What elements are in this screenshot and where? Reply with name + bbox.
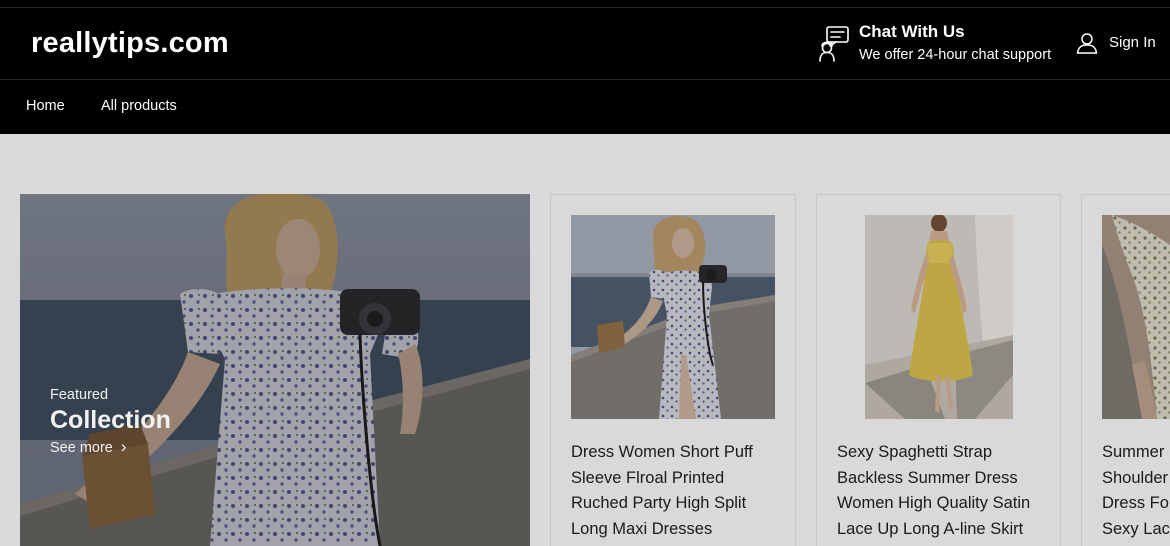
sign-in-label: Sign In [1109,34,1156,51]
hero-photo [20,194,530,546]
chat-title: Chat With Us [859,22,965,41]
product-image[interactable] [1102,215,1170,419]
see-more-link[interactable]: See more › [50,437,127,456]
user-icon [1076,33,1098,54]
hero-heading: Collection [50,406,171,434]
product-title[interactable]: Dress Women Short Puff Sleeve Flroal Pri… [571,440,776,542]
featured-collection-banner[interactable]: Featured Collection See more › [20,194,530,546]
chat-with-us[interactable]: Chat With Us We offer 24-hour chat suppo… [818,22,1063,66]
hero-kicker: Featured [50,387,109,403]
site-header: reallytips.com Chat With Us We offer 24-… [0,0,1170,134]
chevron-right-icon: › [120,437,127,456]
site-logo[interactable]: reallytips.com [31,27,229,60]
product-title[interactable]: Sexy Spaghetti Strap Backless Summer Dre… [837,440,1042,542]
product-card[interactable]: Summer Shoulder Dress For Sexy Lace [1081,194,1170,546]
header-divider-top [0,7,1170,8]
see-more-label: See more [50,440,113,456]
product-title[interactable]: Summer Shoulder Dress For Sexy Lace [1102,440,1170,542]
product-image[interactable] [865,215,1013,419]
nav-all-products[interactable]: All products [101,98,177,114]
chat-subtitle: We offer 24-hour chat support [859,47,1052,63]
header-divider-bottom [0,79,1170,80]
product-card[interactable]: Dress Women Short Puff Sleeve Flroal Pri… [550,194,796,546]
product-image[interactable] [571,215,775,419]
chat-support-icon [819,26,849,62]
product-card[interactable]: Sexy Spaghetti Strap Backless Summer Dre… [816,194,1061,546]
nav-home[interactable]: Home [26,98,65,114]
